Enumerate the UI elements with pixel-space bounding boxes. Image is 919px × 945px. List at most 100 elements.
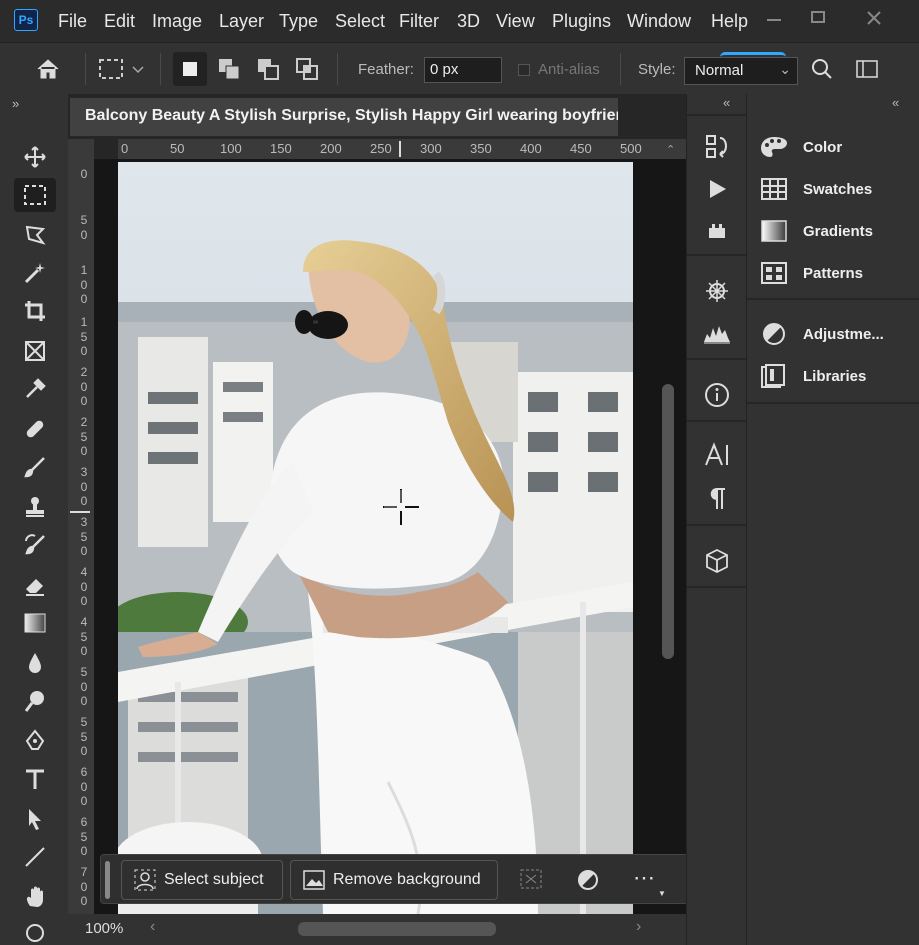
taskbar-drag-handle[interactable] [105, 861, 110, 899]
info-icon[interactable] [702, 380, 732, 410]
hruler-label: 300 [420, 141, 442, 156]
expand-panel-icon[interactable]: » [12, 96, 19, 111]
frame-tool-icon[interactable] [14, 334, 56, 368]
style-select[interactable]: Normal ⌄ [684, 57, 798, 85]
history-icon[interactable] [702, 132, 732, 162]
hand-tool-icon[interactable] [14, 880, 56, 914]
crop-tool-icon[interactable] [14, 294, 56, 328]
transform-selection-icon[interactable] [519, 868, 543, 895]
menu-select[interactable]: Select [335, 11, 385, 32]
menu-3d[interactable]: 3D [457, 11, 480, 32]
line-tool-icon[interactable] [14, 840, 56, 874]
type-tool-icon[interactable] [14, 762, 56, 796]
scroll-right-icon[interactable]: › [636, 918, 641, 936]
vruler-label: 350 [80, 515, 88, 558]
character-icon[interactable] [702, 440, 732, 470]
eyedropper-tool-icon[interactable] [14, 372, 56, 406]
3d-cube-icon[interactable] [702, 546, 732, 576]
menu-view[interactable]: View [496, 11, 535, 32]
zoom-level[interactable]: 100% [85, 920, 123, 937]
intersect-selection-icon[interactable] [290, 52, 324, 86]
menu-edit[interactable]: Edit [104, 11, 135, 32]
panel-label: Patterns [803, 264, 864, 282]
vruler-label: 250 [80, 415, 88, 458]
feather-input[interactable]: 0 px [424, 57, 502, 83]
vruler-label: 200 [80, 365, 88, 408]
panel-adjustments[interactable]: Adjustme... [759, 319, 884, 349]
menu-image[interactable]: Image [152, 11, 202, 32]
zoom-tool-icon[interactable] [14, 918, 56, 944]
menu-layer[interactable]: Layer [219, 11, 264, 32]
select-subject-icon [134, 869, 156, 891]
photoshop-logo: Ps [14, 9, 38, 31]
paragraph-icon[interactable] [702, 484, 732, 514]
antialias-label: Anti-alias [538, 61, 600, 78]
gradient-tool-icon[interactable] [14, 606, 56, 640]
menu-help[interactable]: Help [711, 11, 748, 32]
panel-libraries[interactable]: Libraries [759, 361, 866, 391]
collapse-strip-icon[interactable]: « [723, 95, 730, 110]
healing-brush-tool-icon[interactable] [14, 412, 56, 446]
minimize-icon[interactable] [764, 8, 784, 33]
panel-label: Gradients [803, 222, 874, 240]
histogram-icon[interactable] [702, 318, 732, 348]
menu-file[interactable]: File [58, 11, 87, 32]
more-options-icon[interactable]: ⋯ [633, 865, 655, 891]
blur-tool-icon[interactable] [14, 646, 56, 680]
remove-background-label: Remove background [333, 871, 481, 888]
home-icon[interactable] [31, 52, 65, 86]
search-icon[interactable] [805, 52, 839, 86]
clone-stamp-tool-icon[interactable] [14, 490, 56, 524]
brush-tool-icon[interactable] [14, 450, 56, 484]
contextual-task-bar: Select subject Remove background ⋯ ▼ [100, 854, 710, 904]
path-selection-tool-icon[interactable] [14, 802, 56, 836]
image-icon [303, 870, 325, 890]
magic-wand-tool-icon[interactable] [14, 256, 56, 290]
new-selection-icon[interactable] [173, 52, 207, 86]
add-selection-icon[interactable] [212, 52, 246, 86]
pen-tool-icon[interactable] [14, 724, 56, 758]
plugins-icon[interactable] [702, 216, 732, 246]
panel-patterns[interactable]: Patterns [759, 258, 863, 288]
vertical-scrollbar-thumb[interactable] [662, 384, 674, 659]
hruler-label: 0 [121, 141, 129, 156]
antialias-checkbox[interactable] [518, 64, 530, 76]
hruler-label: 400 [520, 141, 542, 156]
lasso-tool-icon[interactable] [14, 218, 56, 252]
menu-filter[interactable]: Filter [399, 11, 439, 32]
marquee-preset-icon[interactable] [94, 52, 128, 86]
history-brush-tool-icon[interactable] [14, 528, 56, 562]
panel-label: Libraries [803, 367, 867, 385]
restore-icon[interactable] [808, 8, 828, 33]
dodge-tool-icon[interactable] [14, 684, 56, 718]
panel-color[interactable]: Color [759, 132, 842, 162]
collapse-panels-icon[interactable]: « [892, 95, 899, 110]
panel-swatches[interactable]: Swatches [759, 174, 872, 204]
menu-type[interactable]: Type [279, 11, 318, 32]
vruler-label: 400 [80, 565, 88, 608]
move-tool-icon[interactable] [14, 140, 56, 174]
menu-window[interactable]: Window [627, 11, 691, 32]
actions-play-icon[interactable] [702, 174, 732, 204]
document-tab[interactable]: Balcony Beauty A Stylish Surprise, Styli… [70, 98, 618, 136]
brush-settings-icon[interactable] [702, 276, 732, 306]
scroll-up-icon[interactable]: ⌃ [666, 143, 675, 156]
vruler-label: 100 [80, 263, 88, 306]
invert-mask-icon[interactable] [576, 868, 600, 897]
chevron-down-icon[interactable] [128, 52, 148, 86]
subtract-selection-icon[interactable] [251, 52, 285, 86]
select-subject-label: Select subject [164, 871, 264, 888]
remove-background-button[interactable]: Remove background [290, 860, 498, 900]
close-icon[interactable] [864, 8, 884, 33]
scroll-left-icon[interactable]: ‹ [150, 918, 155, 936]
rectangular-marquee-tool-icon[interactable] [14, 178, 56, 212]
vruler-label: 0 [80, 167, 88, 181]
panel-gradients[interactable]: Gradients [759, 216, 873, 246]
gradient-icon [759, 218, 789, 244]
select-subject-button[interactable]: Select subject [121, 860, 283, 900]
canvas-image[interactable] [118, 162, 633, 914]
menu-plugins[interactable]: Plugins [552, 11, 611, 32]
horizontal-scrollbar-thumb[interactable] [298, 922, 496, 936]
workspace-icon[interactable] [852, 52, 882, 86]
eraser-tool-icon[interactable] [14, 568, 56, 602]
